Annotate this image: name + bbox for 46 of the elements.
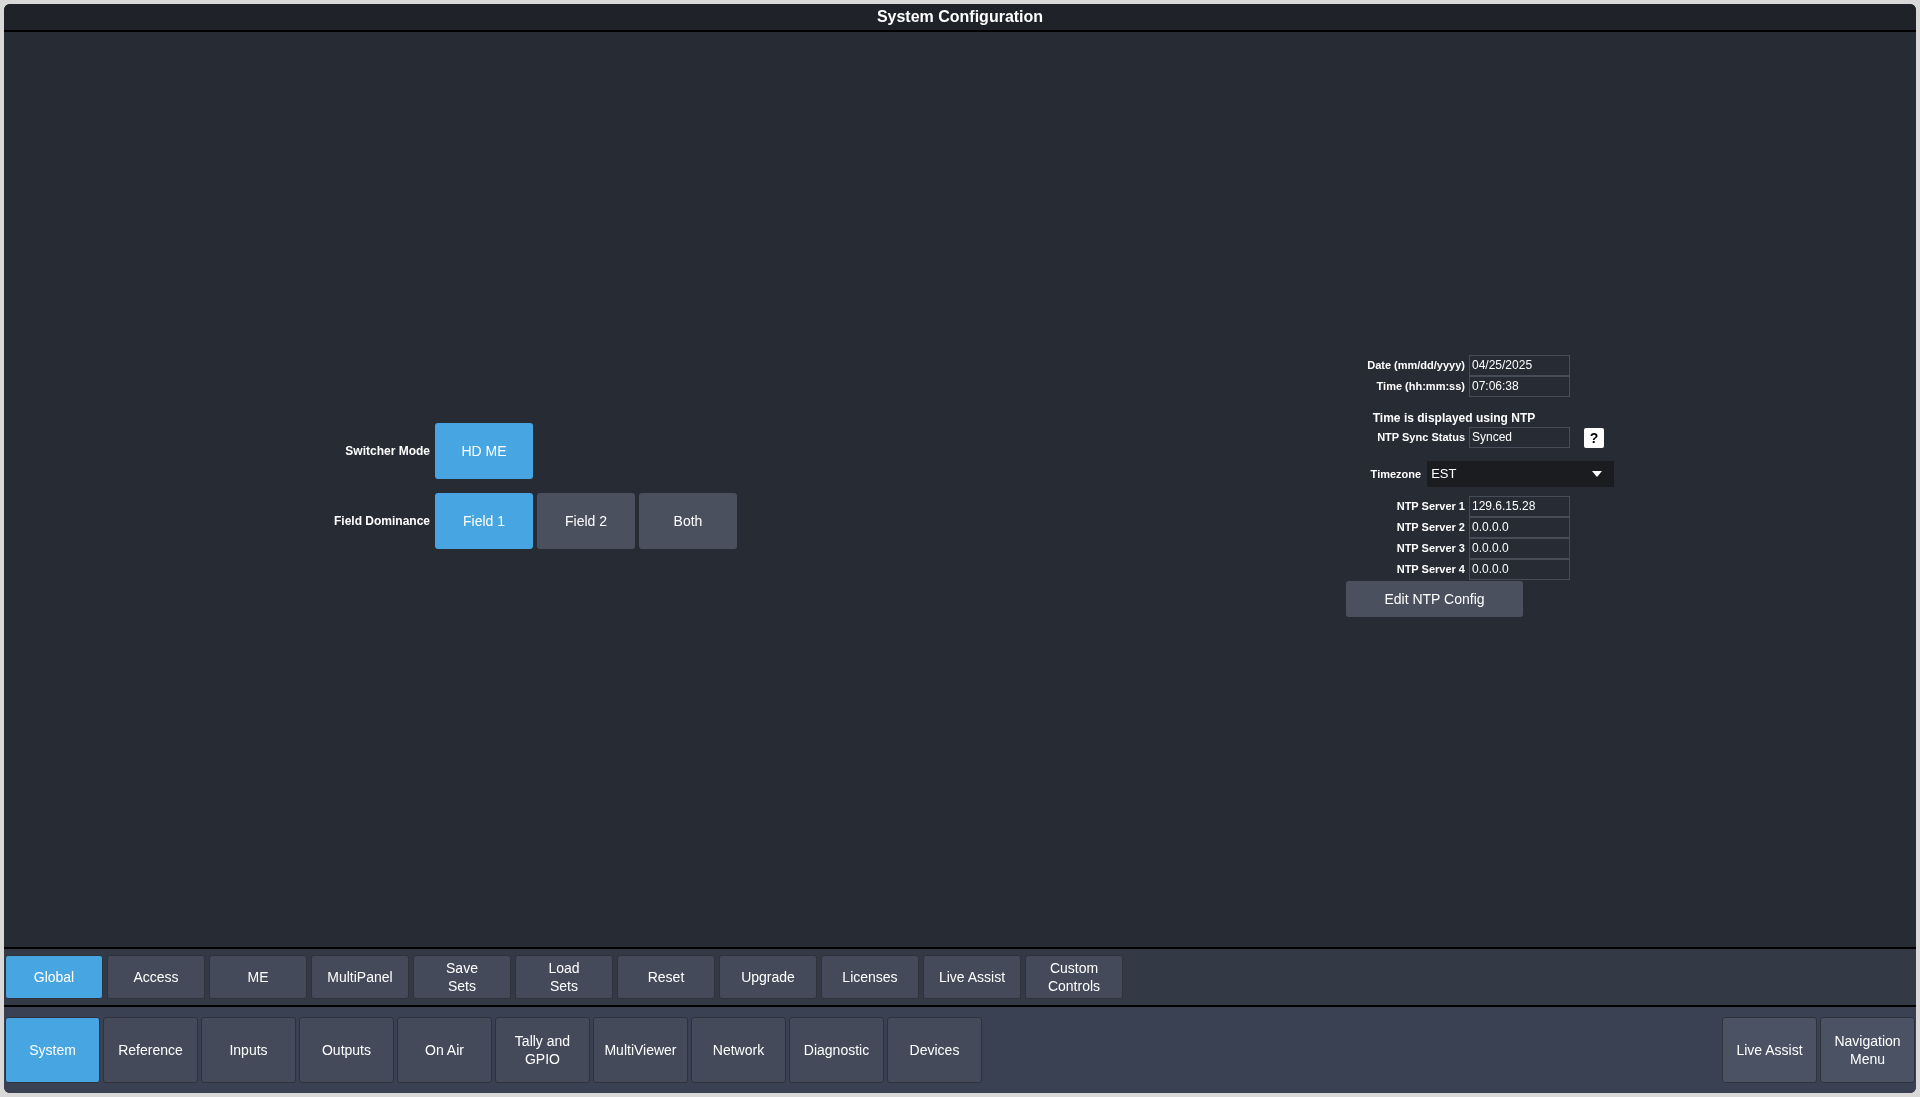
sub-tab[interactable]: MultiPanel xyxy=(311,955,409,999)
field-dominance-button[interactable]: Field 2 xyxy=(537,493,635,549)
field-label: NTP Server 1 xyxy=(1395,499,1465,515)
timezone-dropdown[interactable]: EST xyxy=(1427,461,1614,487)
text-field[interactable]: 0.0.0.0 xyxy=(1469,538,1570,559)
main-tab[interactable]: Reference xyxy=(103,1017,198,1083)
text-field[interactable]: 0.0.0.0 xyxy=(1469,517,1570,538)
sub-tab[interactable]: ME xyxy=(209,955,307,999)
sub-tab[interactable]: Custom Controls xyxy=(1025,955,1123,999)
field-label: NTP Server 2 xyxy=(1395,520,1465,536)
main-tab[interactable]: Diagnostic xyxy=(789,1017,884,1083)
sub-tab[interactable]: Reset xyxy=(617,955,715,999)
nav-button[interactable]: Navigation Menu xyxy=(1820,1017,1915,1083)
text-field[interactable]: 07:06:38 xyxy=(1469,376,1570,397)
caret-icon xyxy=(1592,471,1602,477)
field-label: Timezone xyxy=(1369,466,1422,482)
text-field[interactable]: 129.6.15.28 xyxy=(1469,496,1570,517)
status-field: Synced xyxy=(1469,427,1570,448)
main-tab[interactable]: Devices xyxy=(887,1017,982,1083)
field-label: Field Dominance xyxy=(332,513,430,530)
main-tab[interactable]: Outputs xyxy=(299,1017,394,1083)
sub-tab[interactable]: Access xyxy=(107,955,205,999)
window-title: System Configuration xyxy=(876,7,1044,27)
main-tab[interactable]: MultiViewer xyxy=(593,1017,688,1083)
text-field[interactable]: 04/25/2025 xyxy=(1469,355,1570,376)
main-tab[interactable]: On Air xyxy=(397,1017,492,1083)
main-tab[interactable]: Tally and GPIO xyxy=(495,1017,590,1083)
main-tab[interactable]: Inputs xyxy=(201,1017,296,1083)
sub-tab[interactable]: Save Sets xyxy=(413,955,511,999)
sub-tab[interactable]: Upgrade xyxy=(719,955,817,999)
sub-tab[interactable]: Live Assist xyxy=(923,955,1021,999)
sub-tab[interactable]: Licenses xyxy=(821,955,919,999)
sub-tab[interactable]: Load Sets xyxy=(515,955,613,999)
field-label: NTP Server 4 xyxy=(1395,562,1465,578)
ntp-note: Time is displayed using NTP xyxy=(1371,410,1537,427)
help-button[interactable]: ? xyxy=(1584,427,1604,448)
edit-ntp-config-button[interactable]: Edit NTP Config xyxy=(1346,581,1523,617)
text-field[interactable]: 0.0.0.0 xyxy=(1469,559,1570,580)
main-tab[interactable]: Network xyxy=(691,1017,786,1083)
field-label: Time (hh:mm:ss) xyxy=(1375,379,1465,395)
field-label: NTP Server 3 xyxy=(1395,541,1465,557)
field-label: NTP Sync Status xyxy=(1376,430,1465,446)
nav-button[interactable]: Live Assist xyxy=(1722,1017,1817,1083)
field-label: Switcher Mode xyxy=(344,443,430,460)
field-label: Date (mm/dd/yyyy) xyxy=(1366,358,1465,374)
field-dominance-button[interactable]: Both xyxy=(639,493,737,549)
